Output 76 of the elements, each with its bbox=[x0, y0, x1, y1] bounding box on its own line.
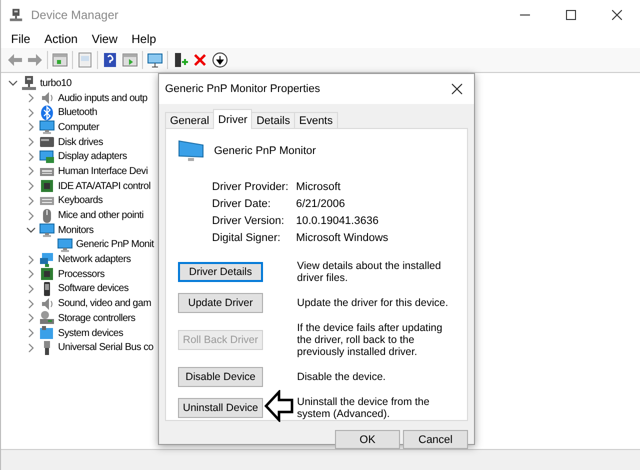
tree-item[interactable]: Disk drives bbox=[58, 136, 104, 148]
property-label: Driver Version: bbox=[212, 215, 286, 227]
tree-item[interactable]: IDE ATA/ATAPI control bbox=[58, 180, 150, 192]
tree-item[interactable]: Network adapters bbox=[58, 254, 131, 266]
menu-item[interactable]: View bbox=[84, 32, 124, 46]
speaker-icon bbox=[39, 90, 55, 106]
tree-item[interactable]: Audio inputs and outp bbox=[58, 92, 148, 104]
bluetooth-icon bbox=[39, 104, 55, 121]
menu-item[interactable]: Action bbox=[37, 32, 85, 46]
property-label: Driver Date: bbox=[212, 198, 272, 210]
action-description: Update the driver for this device. bbox=[297, 297, 450, 309]
tree-item[interactable]: Generic PnP Monit bbox=[76, 239, 154, 250]
tree-item[interactable]: Monitors bbox=[58, 224, 94, 236]
tree-item[interactable]: Computer bbox=[58, 122, 100, 133]
forward-icon[interactable] bbox=[27, 52, 43, 68]
page-icon[interactable] bbox=[77, 52, 93, 68]
action-description: If the device fails after updating the driver, roll back to the previously installed driver. bbox=[297, 322, 444, 358]
tree-item[interactable]: Bluetooth bbox=[58, 107, 98, 118]
window-icon[interactable] bbox=[122, 52, 138, 68]
storage-icon bbox=[39, 310, 55, 326]
computer-icon bbox=[21, 75, 37, 92]
tree-item[interactable]: Processors bbox=[58, 268, 105, 280]
dialog-button[interactable]: Cancel bbox=[403, 430, 468, 449]
close-icon[interactable] bbox=[612, 10, 622, 20]
back-icon[interactable] bbox=[7, 52, 23, 68]
help-icon[interactable] bbox=[102, 52, 118, 68]
tab[interactable]: General bbox=[165, 112, 214, 129]
action-button[interactable]: Driver Details bbox=[178, 262, 263, 282]
chip-icon bbox=[39, 266, 55, 282]
device-name: Generic PnP Monitor bbox=[214, 145, 316, 157]
property-label: Driver Provider: bbox=[212, 181, 290, 193]
tree-item[interactable]: Universal Serial Bus co bbox=[58, 342, 154, 354]
close-icon[interactable] bbox=[450, 82, 464, 96]
action-button[interactable]: Uninstall Device bbox=[178, 398, 263, 418]
tree-item[interactable]: Keyboards bbox=[58, 195, 103, 206]
tree-item[interactable]: Mice and other pointi bbox=[58, 210, 144, 222]
tree-item[interactable]: turbo10 bbox=[40, 78, 72, 89]
monitor-icon bbox=[39, 119, 55, 136]
property-value: 10.0.19041.3636 bbox=[296, 215, 380, 227]
tree-item[interactable]: Sound, video and gam bbox=[58, 298, 152, 310]
property-value: 6/21/2006 bbox=[296, 198, 346, 210]
property-value: Microsoft Windows bbox=[296, 232, 390, 244]
property-value: Microsoft bbox=[296, 181, 342, 193]
action-description: Uninstall the device from the system (Advanced). bbox=[297, 396, 430, 420]
window-title: Device Manager bbox=[31, 8, 120, 22]
dialog-button[interactable]: OK bbox=[335, 430, 400, 449]
monitor-icon bbox=[57, 236, 73, 253]
tree-item[interactable]: Human Interface Devi bbox=[58, 166, 148, 177]
property-label: Digital Signer: bbox=[212, 232, 282, 244]
display-adapter-icon bbox=[39, 148, 55, 165]
network-icon bbox=[39, 252, 55, 268]
device-icon[interactable] bbox=[172, 52, 188, 68]
maximize-icon[interactable] bbox=[566, 10, 576, 20]
tree-item[interactable]: Display adapters bbox=[58, 151, 127, 162]
system-icon bbox=[39, 325, 55, 342]
tree-item[interactable]: Storage controllers bbox=[58, 312, 136, 324]
tab[interactable]: Events bbox=[294, 112, 338, 129]
action-button[interactable]: Disable Device bbox=[178, 367, 263, 387]
dialog-title: Generic PnP Monitor Properties bbox=[165, 83, 322, 95]
monitor-icon bbox=[39, 222, 55, 238]
monitor-icon[interactable] bbox=[147, 52, 163, 68]
app-icon bbox=[9, 8, 23, 22]
tree-item[interactable]: System devices bbox=[58, 328, 124, 339]
monitor-icon bbox=[178, 139, 204, 163]
delete-icon[interactable] bbox=[192, 52, 208, 68]
download-icon[interactable] bbox=[212, 52, 228, 68]
window-icon[interactable] bbox=[52, 52, 68, 68]
tab[interactable]: Driver bbox=[213, 109, 252, 129]
action-description: Disable the device. bbox=[297, 371, 387, 383]
menu-item[interactable]: File bbox=[4, 32, 38, 46]
tree-item[interactable]: Software devices bbox=[58, 283, 129, 294]
chip-icon bbox=[39, 178, 55, 194]
menu-item[interactable]: Help bbox=[124, 32, 164, 46]
speaker-icon bbox=[39, 296, 55, 312]
action-button[interactable]: Update Driver bbox=[178, 293, 263, 313]
action-description: View details about the installed driver files. bbox=[297, 260, 442, 284]
